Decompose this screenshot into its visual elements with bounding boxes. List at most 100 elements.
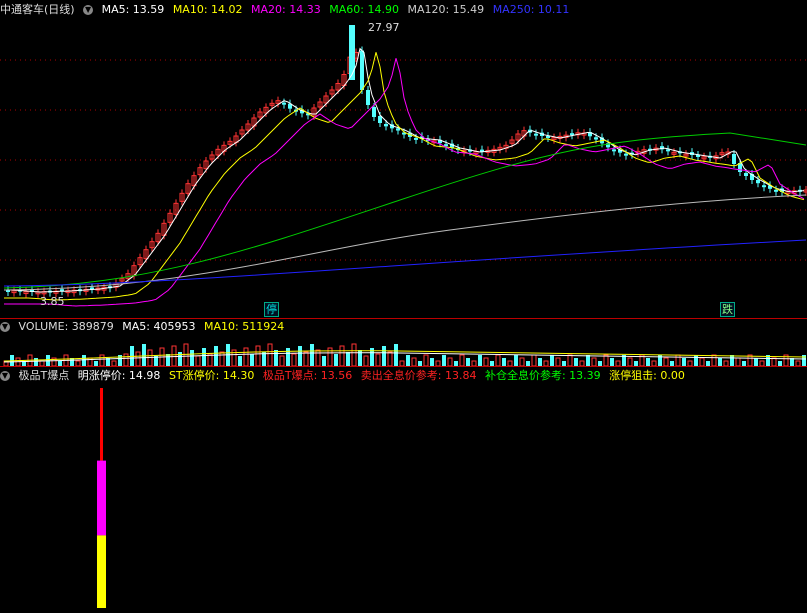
candle-body <box>396 128 400 131</box>
volume-bar <box>219 351 225 366</box>
candle-body <box>282 102 286 105</box>
volume-bar <box>502 358 506 366</box>
volume-bar <box>699 357 705 366</box>
candle-body <box>414 137 418 140</box>
candle-body <box>612 149 616 152</box>
low-label: 3.85 <box>40 295 65 308</box>
volume-bar <box>663 357 669 366</box>
volume-bar <box>183 343 189 366</box>
volume-bar <box>567 354 573 366</box>
candle-body <box>594 137 598 140</box>
indicator-header: ▼ 极品T爆点 明涨停价: 14.98 ST涨停价: 14.30 极品T爆点: … <box>0 368 690 384</box>
candle-body <box>774 189 778 192</box>
volume-bar <box>423 354 429 366</box>
indicator-item: 极品T爆点: 13.56 <box>262 369 353 382</box>
volume-bar <box>310 344 314 366</box>
volume-bar <box>238 356 242 366</box>
volume-ma5-label: MA5: 405953 <box>122 320 196 333</box>
volume-bar <box>351 343 357 366</box>
volume-bar <box>519 357 525 366</box>
volume-bar <box>291 353 297 366</box>
candle-body <box>349 25 355 80</box>
candle-body <box>744 173 748 176</box>
indicator-item: 补仓全息价参考: 13.39 <box>484 369 601 382</box>
indicator-item: 明涨停价: 14.98 <box>77 369 161 382</box>
volume-bar <box>190 350 194 366</box>
candle-body <box>624 153 628 156</box>
volume-chart[interactable] <box>0 335 807 366</box>
candle-body <box>384 124 388 127</box>
volume-bar <box>123 353 129 366</box>
indicator-item: 涨停狙击: 0.00 <box>609 369 685 382</box>
volume-bar <box>394 344 398 366</box>
chevron-down-icon[interactable]: ▼ <box>0 371 10 381</box>
volume-bar <box>730 355 734 366</box>
candle-body <box>360 50 364 90</box>
volume-bar <box>627 357 633 366</box>
volume-bar <box>322 356 326 366</box>
candle-body <box>366 90 370 105</box>
volume-bar <box>34 358 38 366</box>
volume-bar <box>250 354 254 366</box>
volume-bar <box>171 345 177 366</box>
volume-bar <box>135 351 141 366</box>
volume-bar <box>610 358 614 366</box>
indicator-name: 极品T爆点 <box>18 369 70 382</box>
ma10-line <box>4 52 805 301</box>
volume-bar <box>166 354 170 366</box>
indicator-bar-magenta <box>97 460 106 536</box>
volume-bar <box>279 355 285 366</box>
volume-bar <box>411 357 417 366</box>
ma120-line <box>3 194 807 291</box>
indicator-item: ST涨停价: 14.30 <box>168 369 255 382</box>
volume-bar <box>99 354 105 366</box>
volume-bar <box>406 355 410 366</box>
panel-separator <box>0 366 807 367</box>
volume-bar <box>274 350 278 366</box>
volume-bar <box>466 358 470 366</box>
volume-bar <box>574 358 578 366</box>
volume-bar <box>478 355 482 366</box>
volume-bar <box>387 351 393 366</box>
ma20-line <box>4 58 805 307</box>
volume-bar <box>382 346 386 366</box>
volume-bar <box>255 345 261 366</box>
volume-bar <box>339 345 345 366</box>
indicator-item: 卖出全息价参考: 13.84 <box>360 369 477 382</box>
volume-ma10-label: MA10: 511924 <box>203 320 285 333</box>
chevron-down-icon[interactable]: ▼ <box>0 322 10 332</box>
candle-body <box>732 154 736 164</box>
volume-bar <box>538 358 542 366</box>
volume-bar <box>754 358 758 366</box>
ma5-line <box>4 47 805 293</box>
volume-header: ▼ VOLUME: 389879 MA5: 405953 MA10: 51192… <box>0 319 289 335</box>
volume-bar <box>735 357 741 366</box>
volume-bar <box>346 352 350 366</box>
volume-bar <box>718 358 722 366</box>
volume-bar <box>447 357 453 366</box>
volume-bar <box>430 358 434 366</box>
volume-bar <box>303 351 309 366</box>
volume-bar <box>202 348 206 366</box>
volume-bar <box>550 355 554 366</box>
volume-bar <box>586 355 590 366</box>
candle-body <box>756 180 760 184</box>
volume-bar <box>514 355 518 366</box>
volume-bar <box>495 354 501 366</box>
candle-body <box>534 133 538 136</box>
price-chart[interactable] <box>0 0 807 318</box>
volume-bar <box>442 355 446 366</box>
volume-bar <box>694 355 698 366</box>
volume-bar <box>298 346 302 366</box>
volume-label: VOLUME: 389879 <box>18 320 114 333</box>
volume-bar <box>459 354 465 366</box>
volume-bar <box>555 357 561 366</box>
indicator-bar-red <box>100 388 103 461</box>
indicator-chart[interactable] <box>0 384 807 613</box>
volume-bar <box>771 357 777 366</box>
candle-body <box>762 185 766 188</box>
volume-bar <box>214 346 218 366</box>
volume-bar <box>591 357 597 366</box>
volume-bar <box>82 355 86 366</box>
limit-down-badge: 跌 <box>720 302 735 317</box>
